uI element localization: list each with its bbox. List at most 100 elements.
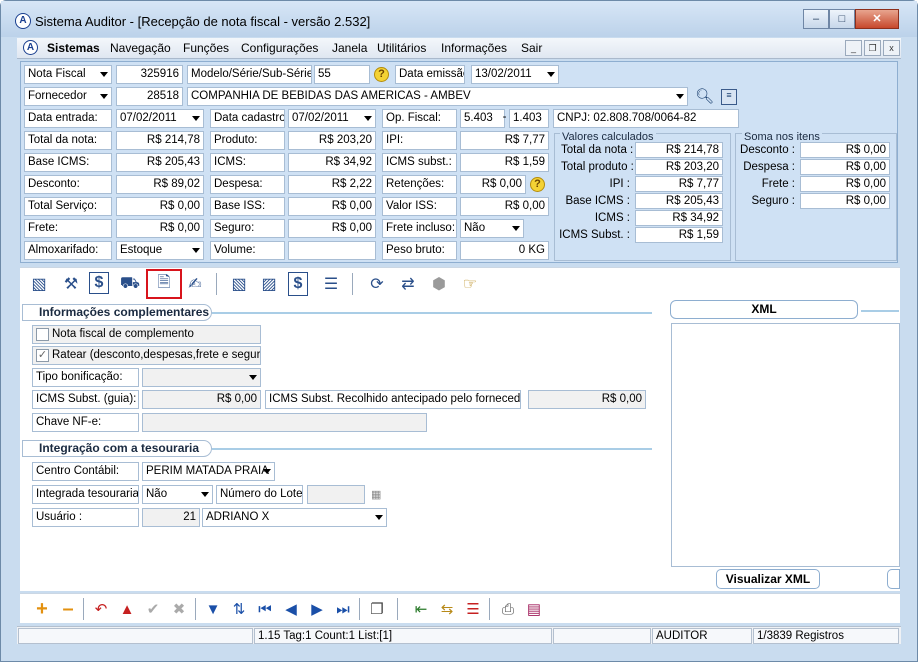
add-icon[interactable]: + [31, 598, 53, 620]
nf-complemento-checkbox[interactable] [36, 328, 49, 341]
cancel-icon[interactable]: ✖ [168, 598, 190, 620]
xml-extra-button[interactable] [887, 569, 900, 589]
lines-icon[interactable]: ☰ [319, 272, 343, 296]
tax-icon[interactable]: $ [288, 272, 308, 296]
retencoes-help-icon[interactable]: ? [530, 177, 545, 192]
centro-contabil-select[interactable]: PERIM MATADA PRAIA [142, 462, 275, 481]
total-servico-field[interactable]: R$ 0,00 [116, 197, 204, 216]
help-icon[interactable]: ? [374, 67, 389, 82]
visualizar-xml-button[interactable]: Visualizar XML [716, 569, 820, 589]
xml-tab[interactable]: XML [670, 300, 858, 319]
total-nota-field[interactable]: R$ 214,78 [116, 131, 204, 150]
ratear-checkbox[interactable]: ✓ [36, 349, 49, 362]
menu-sistemas[interactable]: Sistemas [47, 41, 100, 55]
truck-icon[interactable]: ⛟︎ [118, 272, 142, 296]
doc-number-field[interactable]: 325916 [116, 65, 183, 84]
despesa-field[interactable]: R$ 2,22 [288, 175, 376, 194]
doc-type-select[interactable]: Nota Fiscal [24, 65, 112, 84]
edit-icon[interactable]: ✍︎ [183, 272, 207, 296]
last-record-icon[interactable]: ⏭︎ [332, 598, 354, 620]
integrada-select[interactable]: Não [142, 485, 213, 504]
numero-lote-label: Número do Lote: [216, 485, 303, 504]
mdi-close-button[interactable]: x [883, 40, 900, 56]
icms-subst-guia-label: ICMS Subst. (guia): [32, 390, 139, 409]
filter-icon[interactable]: ▼ [202, 598, 224, 620]
close-button[interactable]: ✕ [855, 9, 899, 29]
menu-informacoes[interactable]: Informações [441, 41, 507, 55]
package-icon[interactable]: ▧ [27, 272, 51, 296]
fornecedor-name-select[interactable]: COMPANHIA DE BEBIDAS DAS AMERICAS - AMBE… [187, 87, 688, 106]
tipo-bonificacao-select[interactable] [142, 368, 261, 387]
search-icon[interactable]: 🔍︎ [695, 87, 714, 105]
peso-bruto-field[interactable]: 0 KG [460, 241, 549, 260]
hexagon-icon[interactable]: ⬢ [427, 272, 451, 296]
hammer-icon[interactable]: ⚒︎ [59, 272, 83, 296]
box-icon[interactable]: ▧ [227, 272, 251, 296]
previous-record-icon[interactable]: ◀ [280, 598, 302, 620]
ratear-row[interactable]: ✓ Ratear (desconto,despesas,frete e segu… [32, 346, 261, 365]
volume-field[interactable] [288, 241, 376, 260]
data-entrada-field[interactable]: 07/02/2011 [116, 109, 204, 128]
usuario-code-field[interactable]: 21 [142, 508, 200, 527]
list-delete-icon[interactable]: ☰ [462, 598, 484, 620]
maximize-button[interactable]: □ [829, 9, 855, 29]
next-record-icon[interactable]: ▶ [306, 598, 328, 620]
document-icon[interactable]: 🗎︎ [152, 272, 176, 296]
up-triangle-icon[interactable]: ▲ [116, 598, 138, 620]
frete-field[interactable]: R$ 0,00 [116, 219, 204, 238]
frete-incluso-select[interactable]: Não [460, 219, 524, 238]
transfer-icon[interactable]: ⇆ [436, 598, 458, 620]
sort-icon[interactable]: ⇅ [228, 598, 250, 620]
import-icon[interactable]: ⇤ [410, 598, 432, 620]
money-icon[interactable]: $ [89, 272, 109, 294]
icms-field[interactable]: R$ 34,92 [288, 153, 376, 172]
data-cadastro-field[interactable]: 07/02/2011 [288, 109, 376, 128]
modelo-field[interactable]: 55 [314, 65, 370, 84]
menu-navegacao[interactable]: Navegação [110, 41, 171, 55]
chave-nfe-field[interactable] [142, 413, 427, 432]
usuario-select[interactable]: ADRIANO X [202, 508, 387, 527]
grid-icon[interactable]: ▦ [371, 488, 385, 502]
menu-janela[interactable]: Janela [332, 41, 367, 55]
valor-iss-field[interactable]: R$ 0,00 [460, 197, 549, 216]
base-icms-field[interactable]: R$ 205,43 [116, 153, 204, 172]
first-record-icon[interactable]: ⏮︎ [254, 598, 276, 620]
box-open-icon[interactable]: ▨ [257, 272, 281, 296]
menu-configuracoes[interactable]: Configurações [241, 41, 318, 55]
refresh-icon[interactable]: ⟳ [365, 272, 389, 296]
produto-field[interactable]: R$ 203,20 [288, 131, 376, 150]
remove-icon[interactable]: – [57, 598, 79, 620]
fornecedor-code-field[interactable]: 28518 [116, 87, 183, 106]
mdi-restore-button[interactable]: ❐ [864, 40, 881, 56]
menu-utilitarios[interactable]: Utilitários [377, 41, 426, 55]
op-fiscal-b-field[interactable]: 1.403 [509, 109, 549, 128]
desconto-field[interactable]: R$ 89,02 [116, 175, 204, 194]
numero-lote-field[interactable] [307, 485, 365, 504]
list-icon[interactable]: ≡ [721, 89, 737, 105]
retencoes-field[interactable]: R$ 0,00 [460, 175, 526, 194]
almoxarifado-select[interactable]: Estoque [116, 241, 204, 260]
minimize-button[interactable]: – [803, 9, 829, 29]
menu-funcoes[interactable]: Funções [183, 41, 229, 55]
icms-antecipado-field[interactable]: R$ 0,00 [528, 390, 646, 409]
icms-subst-guia-field[interactable]: R$ 0,00 [142, 390, 261, 409]
base-iss-field[interactable]: R$ 0,00 [288, 197, 376, 216]
icms-subst-field[interactable]: R$ 1,59 [460, 153, 549, 172]
mdi-minimize-button[interactable]: _ [845, 40, 862, 56]
ipi-field[interactable]: R$ 7,77 [460, 131, 549, 150]
print-icon[interactable]: ⎙ [497, 598, 519, 620]
sync-icon[interactable]: ⇄ [396, 272, 420, 296]
data-emissao-field[interactable]: 13/02/2011 [471, 65, 559, 84]
xml-viewer[interactable] [671, 323, 900, 567]
copy-icon[interactable]: ❐ [366, 598, 388, 620]
check-icon[interactable]: ✔ [142, 598, 164, 620]
op-fiscal-a-field[interactable]: 5.403 [460, 109, 505, 128]
seguro-field[interactable]: R$ 0,00 [288, 219, 376, 238]
hand-box-icon[interactable]: ☞ [458, 272, 482, 296]
undo-icon[interactable]: ↶ [90, 598, 112, 620]
fornecedor-select[interactable]: Fornecedor [24, 87, 112, 106]
nf-complemento-row[interactable]: Nota fiscal de complemento [32, 325, 261, 344]
report-icon[interactable]: ▤ [523, 598, 545, 620]
menu-sair[interactable]: Sair [521, 41, 542, 55]
app-menu-icon[interactable]: A [23, 40, 38, 55]
